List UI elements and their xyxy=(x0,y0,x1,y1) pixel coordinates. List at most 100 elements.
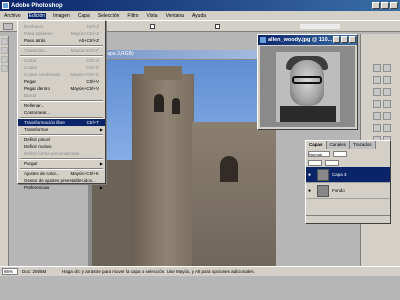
zoom-field[interactable]: 66% xyxy=(2,268,18,275)
menu-item-shortcut: Mayús+Ctrl+K xyxy=(70,171,99,176)
edit-menu-item[interactable]: Definir pincel xyxy=(18,136,105,143)
edit-menu-item[interactable]: Rellenar... xyxy=(18,102,105,109)
edit-menu-dropdown: Deshacer Ctrl+Z Paso adelante Mayús+Ctrl+Z P… xyxy=(17,20,106,190)
submenu-arrow-icon: ▶ xyxy=(99,161,103,166)
menu-imagen[interactable]: Imagen xyxy=(52,13,71,19)
menu-item-label: Transformar xyxy=(24,127,49,132)
tab-canales[interactable]: Canales xyxy=(326,141,351,149)
menu-archivo[interactable]: Archivo xyxy=(3,13,22,19)
tower-top xyxy=(144,66,182,80)
palette-button[interactable] xyxy=(383,100,391,108)
menu-item-label: Definir forma personalizada xyxy=(24,151,80,156)
tool-icon[interactable] xyxy=(1,47,8,54)
image-window-title: allen_woody.jpg @ 110... xyxy=(268,37,333,43)
image-window: allen_woody.jpg @ 110... xyxy=(257,34,358,130)
menu-item-shortcut: Ctrl+V xyxy=(86,79,99,84)
menu-item-shortcut: Mayús+Ctrl+F xyxy=(70,48,99,53)
menu-item-shortcut: Mayús+Ctrl+Z xyxy=(70,31,99,36)
layers-bottom-bar xyxy=(306,215,390,223)
palette-button[interactable] xyxy=(373,64,381,72)
menu-ayuda[interactable]: Ayuda xyxy=(191,13,207,19)
opacity-field[interactable] xyxy=(333,150,347,157)
status-hint: Haga clic y arrastre para mover la capa … xyxy=(62,269,255,274)
edit-menu-item[interactable]: Contornear... xyxy=(18,109,105,116)
app-title-bar: Adobe Photoshop xyxy=(0,0,400,11)
document-canvas[interactable] xyxy=(92,60,276,266)
edit-menu-item[interactable]: Definir motivo xyxy=(18,143,105,150)
menu-item-label: Gestor de ajustes preestablecidos... xyxy=(24,178,96,183)
layer-name: Capa 3 xyxy=(332,172,347,177)
document-title-bar: (Capa 3,RGB) xyxy=(88,50,276,59)
layer-row[interactable]: ● Fondo xyxy=(306,183,390,199)
palette-button[interactable] xyxy=(383,112,391,120)
menu-item-shortcut: Ctrl+Z xyxy=(86,24,99,29)
edit-menu-item[interactable]: Ajustes de color... Mayús+Ctrl+K xyxy=(18,170,105,177)
palette-button[interactable] xyxy=(373,88,381,96)
edit-menu-item[interactable]: Gestor de ajustes preestablecidos... xyxy=(18,177,105,184)
tower-window xyxy=(154,94,164,112)
eye-icon[interactable]: ● xyxy=(308,188,311,194)
status-bar: 66% Doc: 2M/5M Haga clic y arrastre para… xyxy=(0,266,400,276)
menu-ventana[interactable]: Ventana xyxy=(165,13,185,19)
menu-seleccion[interactable]: Selección xyxy=(97,13,121,19)
portrait-glasses xyxy=(292,76,322,84)
minimize-button[interactable] xyxy=(333,36,340,43)
menu-item-label: Ajustes de color... xyxy=(24,171,60,176)
blend-mode-select[interactable]: Normal xyxy=(308,150,330,157)
edit-menu-item[interactable]: Transformación libre Ctrl+T xyxy=(18,119,105,126)
lock-controls[interactable] xyxy=(308,159,322,166)
portrait-photo xyxy=(276,52,340,122)
tab-capas[interactable]: Capas xyxy=(306,141,327,149)
palette-button[interactable] xyxy=(383,64,391,72)
eye-icon[interactable]: ● xyxy=(308,172,311,178)
show-bounds-checkbox[interactable] xyxy=(215,24,220,29)
palette-button[interactable] xyxy=(383,124,391,132)
palette-button[interactable] xyxy=(373,100,381,108)
edit-menu-item[interactable]: Preferencias ▶ xyxy=(18,184,105,191)
edit-menu-item[interactable]: Transformar ▶ xyxy=(18,126,105,133)
tool-icon[interactable] xyxy=(1,38,8,45)
menu-vista[interactable]: Vista xyxy=(146,13,159,19)
tower-window xyxy=(172,98,180,114)
edit-menu-item[interactable]: Purgar ▶ xyxy=(18,160,105,167)
tool-icon[interactable] xyxy=(1,56,8,63)
menu-capa[interactable]: Capa xyxy=(77,13,91,19)
minimize-button[interactable] xyxy=(372,2,380,9)
maximize-button[interactable] xyxy=(381,2,389,9)
palette-button[interactable] xyxy=(373,112,381,120)
submenu-arrow-icon: ▶ xyxy=(99,185,103,190)
palette-button[interactable] xyxy=(373,124,381,132)
edit-menu-item: Copiar combinado Mayús+Ctrl+C xyxy=(18,71,105,78)
menu-item-label: Paso atrás xyxy=(24,38,46,43)
palette-button[interactable] xyxy=(383,88,391,96)
edit-menu-item[interactable]: Pegar dentro Mayús+Ctrl+V xyxy=(18,85,105,92)
photoshop-icon xyxy=(2,2,9,9)
menu-edicion[interactable]: Edición xyxy=(27,12,47,19)
palette-button[interactable] xyxy=(383,76,391,84)
maximize-button[interactable] xyxy=(341,36,348,43)
layer-thumbnail xyxy=(317,185,329,197)
edit-menu-item: Copiar Ctrl+C xyxy=(18,64,105,71)
doc-size: Doc: 2M/5M xyxy=(22,269,47,274)
image-window-title-bar[interactable]: allen_woody.jpg @ 110... xyxy=(258,35,357,45)
layer-row[interactable]: ● Capa 3 xyxy=(306,167,390,183)
menu-filtro[interactable]: Filtro xyxy=(126,13,139,19)
menu-item-label: Purgar xyxy=(24,161,38,166)
close-button[interactable] xyxy=(390,2,398,9)
edit-menu-item: Borrar xyxy=(18,92,105,99)
menu-item-label: Preferencias xyxy=(24,185,50,190)
close-button[interactable] xyxy=(349,36,356,43)
edit-menu-item: Deshacer Ctrl+Z xyxy=(18,23,105,30)
fill-field[interactable] xyxy=(325,159,339,166)
tab-trazados[interactable]: Trazados xyxy=(350,141,376,149)
move-tool-icon[interactable] xyxy=(3,23,13,30)
image-window-canvas[interactable] xyxy=(260,46,355,127)
menu-item-label: Pegar xyxy=(24,79,37,84)
edit-menu-item[interactable]: Paso atrás Alt+Ctrl+Z xyxy=(18,37,105,44)
menu-item-label: Copiar xyxy=(24,65,38,70)
layers-tabs: Capas Canales Trazados xyxy=(306,141,390,149)
edit-menu-item[interactable]: Pegar Ctrl+V xyxy=(18,78,105,85)
tool-icon[interactable] xyxy=(1,65,8,72)
palette-button[interactable] xyxy=(373,76,381,84)
auto-select-checkbox[interactable] xyxy=(150,24,155,29)
